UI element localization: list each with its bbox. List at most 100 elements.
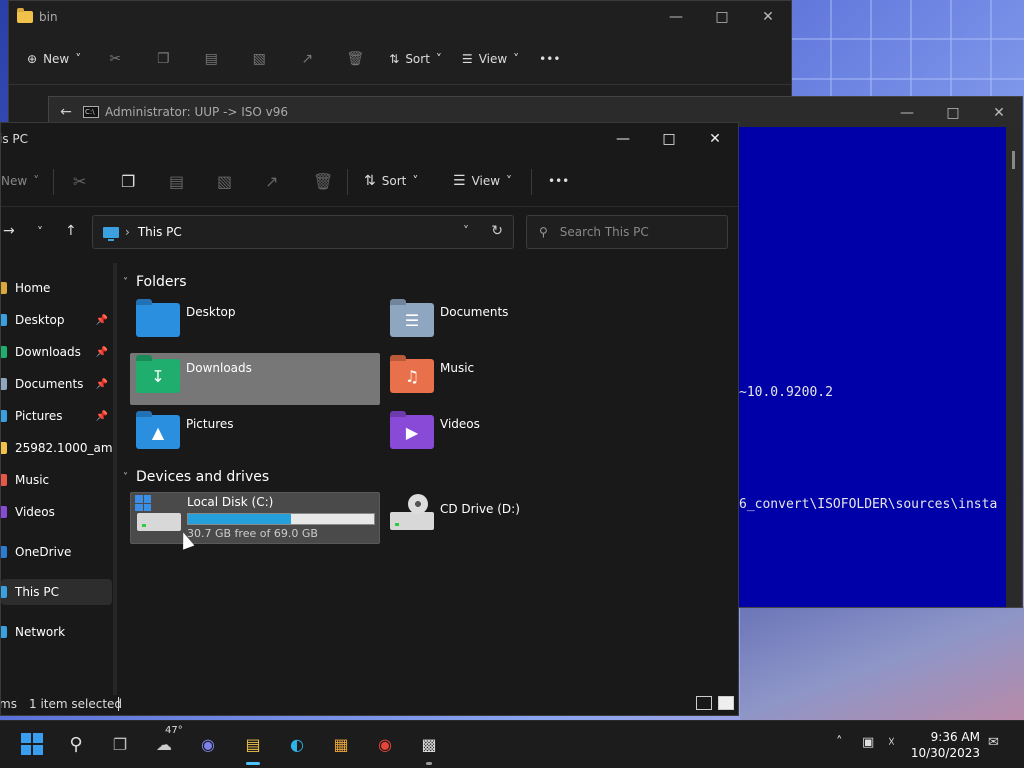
chevron-down-icon: ˅: [435, 51, 442, 66]
status-bar: ms 1 item selected: [1, 693, 738, 715]
pin-icon[interactable]: 📌: [96, 347, 108, 358]
minimize-icon[interactable]: —: [884, 97, 930, 129]
paste-icon[interactable]: ▤: [169, 155, 184, 207]
nav-item-build-folder[interactable]: 25982.1000_amd64: [1, 435, 112, 461]
maximize-icon[interactable]: □: [646, 123, 692, 155]
copy-icon[interactable]: ❐: [149, 51, 177, 67]
up-arrow-icon[interactable]: ↑: [65, 223, 77, 239]
nav-item-music[interactable]: Music: [1, 467, 112, 493]
back-arrow-icon[interactable]: ←: [53, 104, 79, 120]
explorer-toolbar: New ˅ ✂ ❐ ▤ ▧ ↗ 🗑 ⇅ Sort ˅ ☰ View ˅ •••: [1, 155, 738, 207]
refresh-icon[interactable]: ↻: [491, 223, 503, 239]
copy-icon[interactable]: ❐: [121, 155, 135, 207]
search-input[interactable]: [559, 225, 710, 239]
nav-item-documents[interactable]: Documents 📌: [1, 371, 112, 397]
file-explorer-icon[interactable]: ▤: [240, 731, 266, 765]
bin-window-title: bin: [39, 10, 58, 24]
pin-icon[interactable]: 📌: [96, 315, 108, 326]
documents-folder-icon: ☰: [390, 303, 434, 337]
drive-tile-c[interactable]: Local Disk (C:) 30.7 GB free of 69.0 GB: [130, 492, 380, 544]
new-label: New: [1, 174, 28, 188]
bin-new-button[interactable]: ⊕ New ˅: [27, 52, 81, 66]
nav-item-home[interactable]: Home: [1, 275, 112, 301]
chevron-down-icon: ˅: [123, 276, 128, 288]
forward-arrow-icon[interactable]: →: [3, 223, 15, 239]
search-box[interactable]: ⚲: [526, 215, 728, 249]
navigation-pane: Home Desktop 📌 Downloads 📌 Documents 📌 Pict…: [1, 263, 113, 695]
group-title: Folders: [136, 274, 187, 290]
toolbar-divider: [531, 169, 532, 195]
minimize-icon[interactable]: —: [653, 1, 699, 33]
nav-item-this-pc[interactable]: This PC: [1, 579, 112, 605]
breadcrumb-chevron-icon[interactable]: ›: [125, 225, 130, 239]
delete-icon[interactable]: 🗑: [313, 155, 333, 207]
share-icon[interactable]: ↗: [293, 51, 321, 67]
nav-item-network[interactable]: Network: [1, 619, 112, 645]
folder-tile-videos[interactable]: ▶ Videos: [384, 409, 634, 461]
clock[interactable]: 9:36 AM 10/30/2023: [911, 729, 980, 761]
network-icon[interactable]: ▣: [862, 735, 874, 750]
cut-icon[interactable]: ✂: [101, 51, 129, 67]
explorer-titlebar[interactable]: is PC — □ ✕: [1, 123, 738, 155]
bin-view-button[interactable]: ☰ View ˅: [462, 52, 519, 66]
windows-logo-icon: [135, 495, 151, 511]
delete-icon[interactable]: 🗑: [341, 51, 369, 67]
nav-item-downloads[interactable]: Downloads 📌: [1, 339, 112, 365]
minimize-icon[interactable]: —: [600, 123, 646, 155]
task-view-icon[interactable]: ❐: [107, 731, 133, 757]
more-options-button[interactable]: •••: [548, 155, 569, 207]
notifications-icon[interactable]: ✉: [988, 735, 999, 750]
sort-button[interactable]: ⇅ Sort ˅: [364, 155, 418, 207]
close-icon[interactable]: ✕: [692, 123, 738, 155]
pin-icon[interactable]: 📌: [96, 379, 108, 390]
close-icon[interactable]: ✕: [976, 97, 1022, 129]
folder-tile-downloads[interactable]: ↧ Downloads: [130, 353, 380, 405]
rename-icon[interactable]: ▧: [217, 155, 232, 207]
address-dropdown-icon[interactable]: ˅: [463, 224, 469, 238]
close-icon[interactable]: ✕: [745, 1, 791, 33]
folder-tile-desktop[interactable]: Desktop: [130, 297, 380, 349]
drives-group-header[interactable]: ˅ Devices and drives: [123, 469, 269, 485]
chrome-icon[interactable]: ◉: [372, 731, 398, 757]
edge-icon[interactable]: ◐: [284, 731, 310, 757]
address-bar[interactable]: › This PC ˅ ↻: [92, 215, 514, 249]
nav-item-onedrive[interactable]: OneDrive: [1, 539, 112, 565]
nav-item-pictures[interactable]: Pictures 📌: [1, 403, 112, 429]
sort-icon: ⇅: [364, 173, 376, 189]
maximize-icon[interactable]: □: [930, 97, 976, 129]
navigation-pane-scrollbar[interactable]: [113, 263, 117, 695]
teams-chat-icon[interactable]: ◉: [195, 731, 221, 757]
rename-icon[interactable]: ▧: [245, 51, 273, 67]
details-view-icon[interactable]: [696, 696, 712, 710]
search-icon[interactable]: ⚲: [63, 731, 89, 757]
terminal-icon[interactable]: ▩: [416, 731, 442, 765]
nav-label: Documents: [15, 377, 84, 391]
view-button[interactable]: ☰ View ˅: [453, 155, 512, 207]
show-hidden-icons-chevron-icon[interactable]: ˄: [836, 735, 843, 750]
paste-icon[interactable]: ▤: [197, 51, 225, 67]
share-icon[interactable]: ↗: [265, 155, 278, 207]
nav-label: Desktop: [15, 313, 65, 327]
drive-usage-fill: [188, 514, 292, 524]
breadcrumb[interactable]: This PC: [138, 225, 182, 239]
folder-tile-music[interactable]: ♫ Music: [384, 353, 634, 405]
folder-tile-pictures[interactable]: ▲ Pictures: [130, 409, 380, 461]
recent-locations-chevron-icon[interactable]: ˅: [37, 225, 43, 239]
nav-item-videos[interactable]: Videos: [1, 499, 112, 525]
folder-tile-documents[interactable]: ☰ Documents: [384, 297, 634, 349]
pin-icon[interactable]: 📌: [96, 411, 108, 422]
drive-tile-d[interactable]: CD Drive (D:): [384, 492, 634, 544]
volume-muted-icon[interactable]: ☓: [888, 735, 895, 750]
bin-more-button[interactable]: •••: [539, 52, 560, 66]
bin-sort-button[interactable]: ⇅ Sort ˅: [389, 52, 442, 66]
document-lines-icon: ☰: [404, 310, 420, 330]
start-button[interactable]: [19, 731, 45, 757]
nav-item-desktop[interactable]: Desktop 📌: [1, 307, 112, 333]
folders-group-header[interactable]: ˅ Folders: [123, 274, 187, 290]
maximize-icon[interactable]: □: [699, 1, 745, 33]
new-button[interactable]: New ˅: [1, 155, 39, 207]
store-icon[interactable]: ▦: [328, 731, 354, 757]
terminal-scrollbar[interactable]: [1006, 127, 1022, 607]
tiles-view-icon[interactable]: [718, 696, 734, 710]
cut-icon[interactable]: ✂: [73, 155, 86, 207]
